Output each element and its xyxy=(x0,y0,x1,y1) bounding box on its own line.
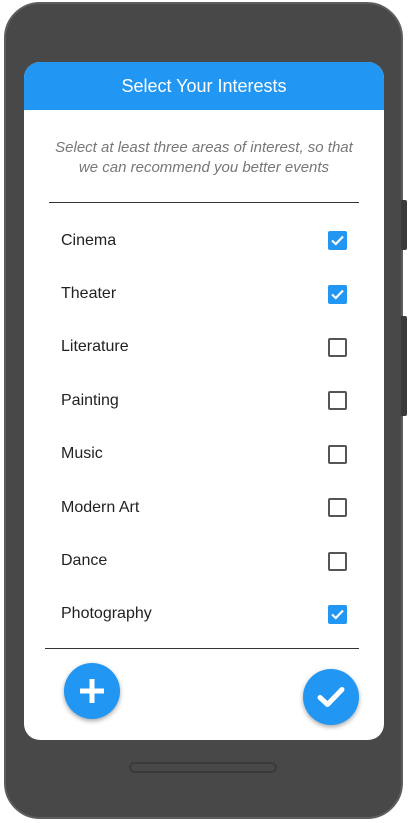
interest-label: Cinema xyxy=(61,231,117,249)
interest-checkbox[interactable] xyxy=(328,551,347,571)
bottom-divider xyxy=(45,648,359,649)
phone-side-button-power xyxy=(401,316,407,416)
interest-label: Modern Art xyxy=(61,498,140,516)
top-divider xyxy=(49,202,359,203)
list-item[interactable]: Cinema xyxy=(24,214,384,267)
checkmark-icon xyxy=(331,609,344,620)
interest-label: Theater xyxy=(61,285,117,303)
list-item[interactable]: Literature xyxy=(24,321,384,374)
interest-checkbox[interactable] xyxy=(328,604,347,624)
interest-checkbox[interactable] xyxy=(328,444,347,464)
interest-checkbox[interactable] xyxy=(328,284,347,304)
interest-label: Painting xyxy=(61,391,119,409)
checkmark-icon xyxy=(331,235,344,246)
home-indicator[interactable] xyxy=(129,762,277,773)
interest-checkbox[interactable] xyxy=(328,498,347,518)
checkmark-icon xyxy=(317,687,345,707)
page-title: Select Your Interests xyxy=(121,75,287,96)
list-item[interactable]: Photography xyxy=(24,588,384,641)
header-bar: Select Your Interests xyxy=(24,62,384,110)
interest-checkbox[interactable] xyxy=(328,391,347,411)
instruction-text: Select at least three areas of interest,… xyxy=(55,139,353,176)
interest-label: Literature xyxy=(61,338,129,356)
list-item[interactable]: Music xyxy=(24,428,384,481)
add-interest-button[interactable] xyxy=(64,663,120,719)
interest-label: Photography xyxy=(61,605,152,623)
plus-icon xyxy=(80,679,104,703)
confirm-button[interactable] xyxy=(303,669,359,725)
interest-checkbox[interactable] xyxy=(328,231,347,251)
phone-side-button-volume xyxy=(401,200,407,250)
interest-checkbox[interactable] xyxy=(328,337,347,357)
interest-label: Dance xyxy=(61,552,108,570)
screen: Select Your Interests Select at least th… xyxy=(24,62,384,740)
checkmark-icon xyxy=(331,289,344,300)
list-item[interactable]: Painting xyxy=(24,374,384,427)
list-item[interactable]: Theater xyxy=(24,267,384,320)
interest-list: Cinema Theater Literature Painting Music xyxy=(24,214,384,641)
list-item[interactable]: Dance xyxy=(24,534,384,587)
interest-label: Music xyxy=(61,445,103,463)
list-item[interactable]: Modern Art xyxy=(24,481,384,534)
